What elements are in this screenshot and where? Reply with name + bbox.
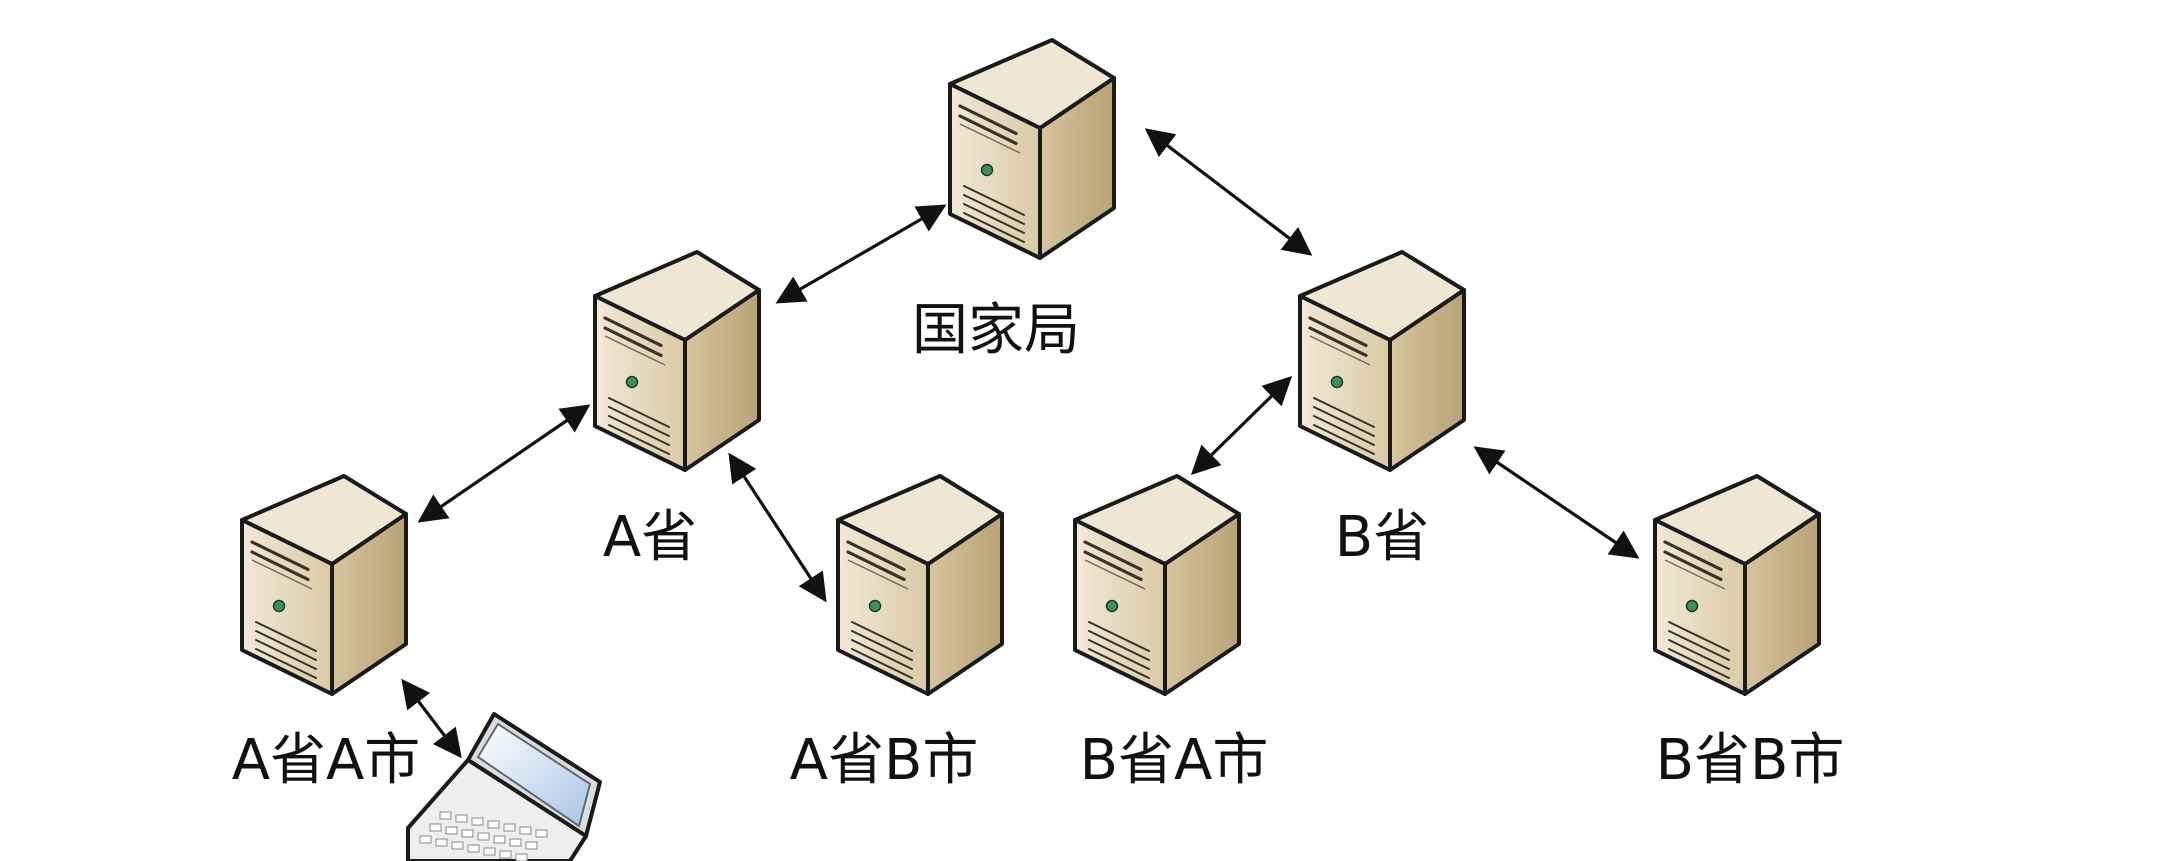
servers <box>240 38 1821 696</box>
laptop-icon <box>406 712 602 861</box>
server-icon-prov-a <box>593 250 761 472</box>
node-label-prov-b: B省 <box>1334 505 1430 570</box>
arrow-prov-a-to-prov-a-city-a <box>417 404 591 523</box>
node-label-prov-b-city-a: B省A市 <box>1079 728 1269 793</box>
power-led-icon <box>272 599 286 613</box>
server-icon-prov-a-city-b <box>836 474 1004 696</box>
power-led-icon <box>1105 599 1119 613</box>
power-led-icon <box>1685 599 1699 613</box>
node-label-prov-a-city-a: A省A市 <box>231 728 421 793</box>
arrow-national-to-prov-b <box>1144 128 1313 256</box>
node-label-national: 国家局 <box>912 298 1080 363</box>
server-icon-prov-b-city-b <box>1653 474 1821 696</box>
node-label-prov-a: A省 <box>602 505 698 570</box>
server-icon-prov-a-city-a <box>240 474 408 696</box>
power-led-icon <box>625 375 639 389</box>
server-icon-national <box>948 38 1116 260</box>
arrow-prov-a-to-prov-a-city-b <box>728 452 827 603</box>
power-led-icon <box>1330 375 1344 389</box>
arrow-national-to-prov-a <box>775 204 947 304</box>
power-led-icon <box>980 163 994 177</box>
power-led-icon <box>868 599 882 613</box>
node-label-prov-b-city-b: B省B市 <box>1655 728 1845 793</box>
node-label-prov-a-city-b: A省B市 <box>789 728 979 793</box>
server-icon-prov-b-city-a <box>1073 474 1241 696</box>
arrow-prov-b-to-prov-b-city-a <box>1190 375 1293 476</box>
server-icon-prov-b <box>1298 250 1466 472</box>
arrow-prov-b-to-prov-b-city-b <box>1473 446 1640 559</box>
